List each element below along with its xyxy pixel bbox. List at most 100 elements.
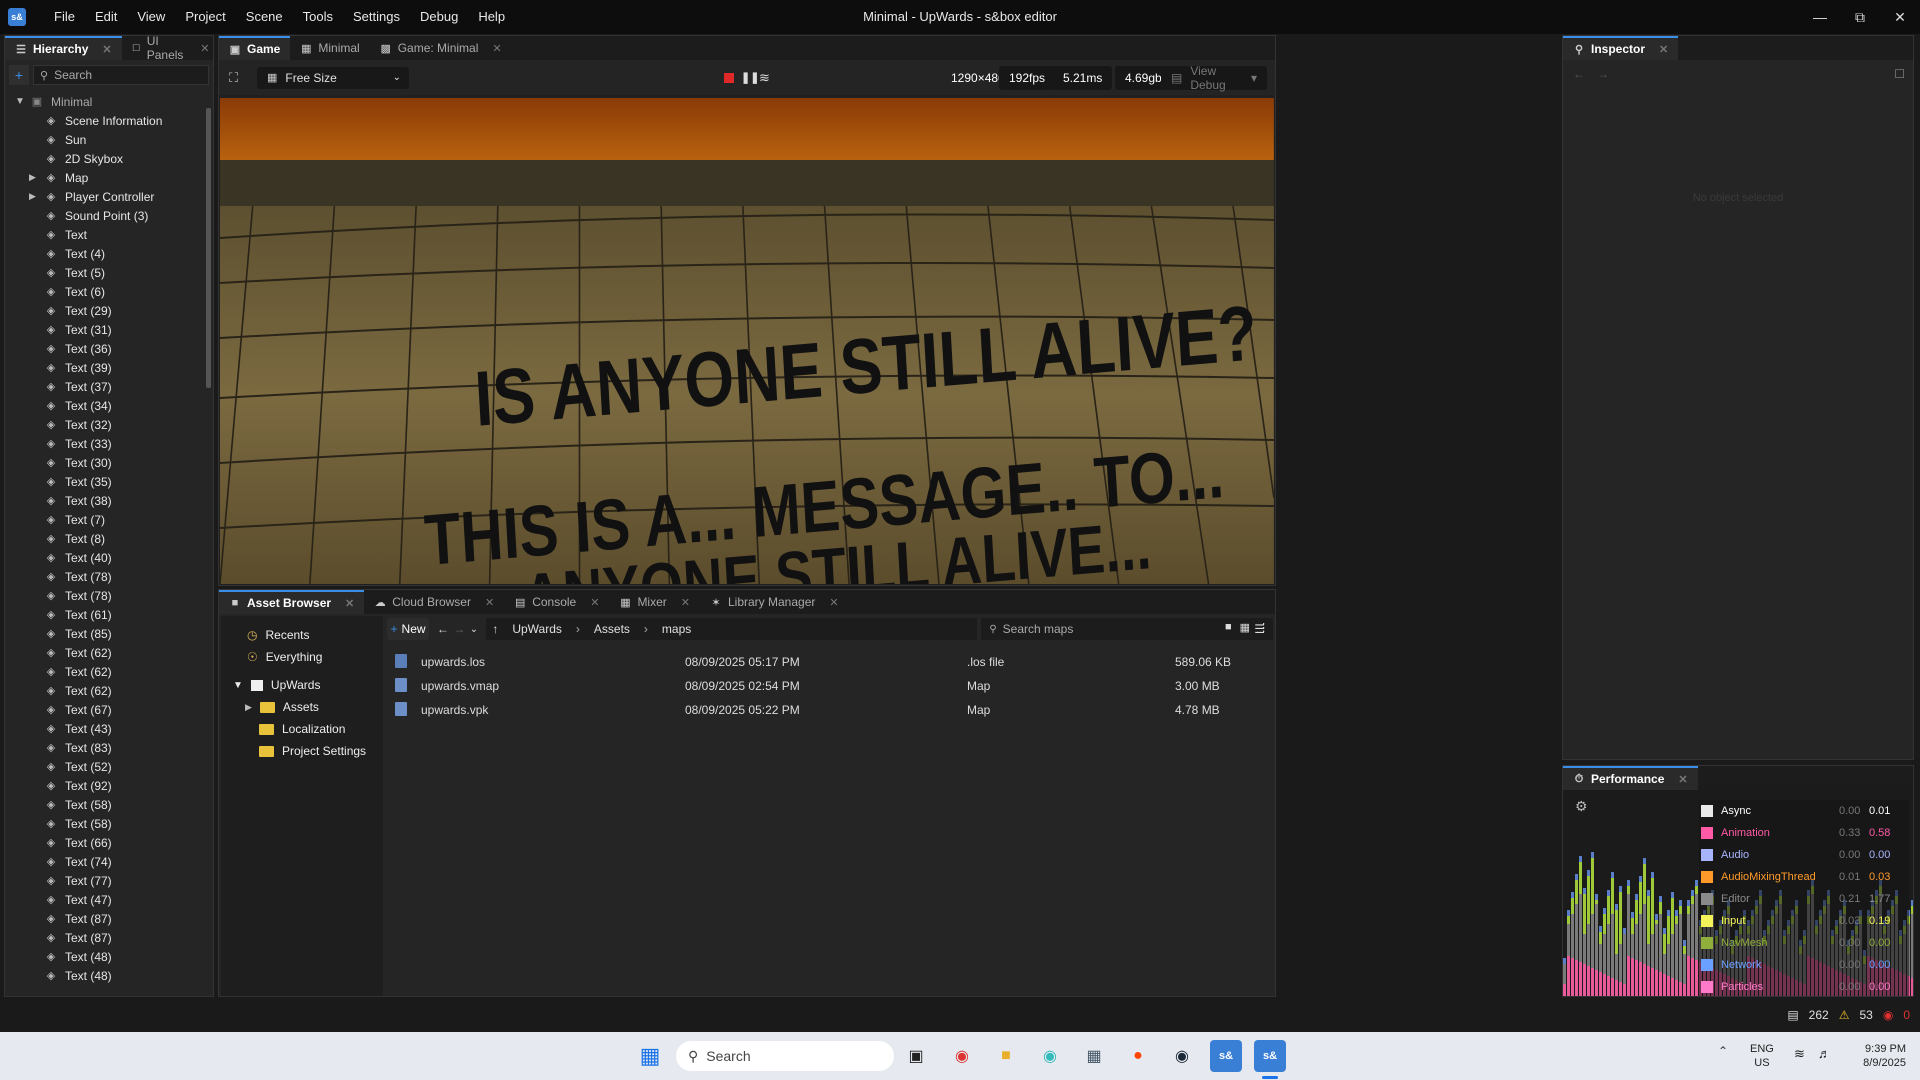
tree-item[interactable]: ◈ Text (62) [15, 643, 213, 662]
tab-library-manager[interactable]: ✶ Library Manager ✕ [700, 590, 849, 614]
scrollbar[interactable] [206, 108, 211, 388]
tab-performance[interactable]: ⏱ Performance ✕ [1563, 766, 1698, 790]
expand-arrow-icon[interactable]: ▶ [29, 172, 39, 183]
tree-item[interactable]: ◈ Text (7) [15, 510, 213, 529]
file-row[interactable]: upwards.vpk 08/09/2025 05:22 PM Map 4.78 MB [387, 698, 1273, 722]
tree-item[interactable]: ◈ Sound Point (3) [15, 206, 213, 225]
taskbar-search[interactable]: ⚲ Search [676, 1041, 894, 1071]
gear-icon[interactable]: ⚙ [1575, 798, 1588, 815]
tree-item[interactable]: ◈ Text (87) [15, 909, 213, 928]
tree-item[interactable]: ◈ Text (4) [15, 244, 213, 263]
task-view-icon[interactable]: ▣ [900, 1040, 932, 1072]
tree-item[interactable]: ◈ Text (58) [15, 814, 213, 833]
tree-item[interactable]: ◈ Text (43) [15, 719, 213, 738]
tree-item[interactable]: ◈ Sun [15, 130, 213, 149]
tab-hierarchy[interactable]: ☰ Hierarchy ✕ [5, 36, 122, 60]
sidebar-item-everything[interactable]: ☉ Everything [221, 646, 383, 668]
tree-item[interactable]: ◈ Text (39) [15, 358, 213, 377]
wifi-icon[interactable]: ≋ [759, 70, 770, 86]
add-object-button[interactable]: + [9, 65, 29, 85]
reddit-icon[interactable]: ● [1122, 1040, 1154, 1072]
close-tab-icon[interactable]: ✕ [485, 596, 494, 609]
back-arrow-icon[interactable]: ← [1573, 67, 1585, 81]
steam-icon[interactable]: ◉ [1166, 1040, 1198, 1072]
tree-item[interactable]: ▶ ◈ Map [15, 168, 213, 187]
sidebar-item-recents[interactable]: ◷ Recents [221, 624, 383, 646]
view-debug-dropdown[interactable]: ▤ View Debug ▾ [1161, 64, 1267, 92]
tree-item[interactable]: ◈ Text (83) [15, 738, 213, 757]
tree-item[interactable]: ◈ Text (85) [15, 624, 213, 643]
maximize-button[interactable]: ⧉ [1840, 0, 1880, 34]
message-icon[interactable]: ▤ [1787, 1008, 1798, 1022]
tree-item[interactable]: ◈ Text (58) [15, 795, 213, 814]
perf-row[interactable]: Async 0.00 0.01 [1699, 800, 1909, 822]
tree-item[interactable]: ◈ Scene Information [15, 111, 213, 130]
tree-item[interactable]: ◈ Text (35) [15, 472, 213, 491]
file-row[interactable]: upwards.los 08/09/2025 05:17 PM .los file 5… [387, 650, 1273, 674]
tree-item[interactable]: ◈ Text (66) [15, 833, 213, 852]
tab-mixer[interactable]: ▦ Mixer ✕ [609, 590, 700, 614]
tree-item[interactable]: ◈ Text (30) [15, 453, 213, 472]
perf-row[interactable]: NavMesh 0.00 0.00 [1699, 932, 1909, 954]
close-tab-icon[interactable]: ✕ [200, 42, 209, 55]
tree-item[interactable]: ◈ Text (67) [15, 700, 213, 719]
tab-inspector[interactable]: ⚲ Inspector ✕ [1563, 36, 1679, 60]
sbox-editor-icon[interactable]: s& [1254, 1040, 1286, 1072]
close-tab-icon[interactable]: ✕ [1678, 773, 1687, 786]
tree-item[interactable]: ◈ Text (5) [15, 263, 213, 282]
perf-row[interactable]: AudioMixingThread 0.01 0.03 [1699, 866, 1909, 888]
close-tab-icon[interactable]: ✕ [681, 596, 690, 609]
close-tab-icon[interactable]: ✕ [492, 42, 501, 55]
menu-settings[interactable]: Settings [343, 0, 410, 34]
sidebar-item-project-settings[interactable]: Project Settings [221, 740, 383, 762]
tree-item[interactable]: ◈ Text (36) [15, 339, 213, 358]
forward-arrow-icon[interactable]: → [1597, 67, 1609, 81]
calculator-icon[interactable]: ▦ [1078, 1040, 1110, 1072]
history-dropdown-icon[interactable]: ⌄ [468, 624, 481, 635]
stop-button[interactable] [724, 72, 734, 83]
menu-debug[interactable]: Debug [410, 0, 468, 34]
size-mode-dropdown[interactable]: ▦ Free Size ⌄ [257, 66, 409, 89]
back-arrow-icon[interactable]: ← [435, 622, 451, 636]
more-options-icon[interactable]: ⋮ [1258, 621, 1269, 634]
new-asset-button[interactable]: + New [387, 618, 430, 640]
minimize-button[interactable]: — [1800, 0, 1840, 34]
tree-root[interactable]: ▼ ▣ Minimal [15, 92, 213, 111]
menu-tools[interactable]: Tools [293, 0, 343, 34]
folder-view-icon[interactable]: ■ [1225, 621, 1232, 634]
tree-item[interactable]: ◈ Text (77) [15, 871, 213, 890]
up-arrow-icon[interactable]: ↑ [492, 622, 498, 636]
close-tab-icon[interactable]: ✕ [345, 597, 354, 610]
breadcrumb-item[interactable]: maps [662, 622, 691, 636]
app-icon[interactable]: ◉ [1034, 1040, 1066, 1072]
clock[interactable]: 9:39 PM 8/9/2025 [1852, 1042, 1906, 1070]
tab-game-minimal[interactable]: ▩ Game: Minimal ✕ [370, 36, 512, 60]
tree-item[interactable]: ◈ Text (62) [15, 662, 213, 681]
tree-item[interactable]: ◈ 2D Skybox [15, 149, 213, 168]
tree-item[interactable]: ◈ Text (47) [15, 890, 213, 909]
tree-item[interactable]: ◈ Text (33) [15, 434, 213, 453]
pause-button[interactable]: ❚❚ [741, 71, 759, 84]
game-view[interactable]: IS ANYONE STILL ALIVE? THIS IS A... MESS… [220, 98, 1274, 584]
tree-item[interactable]: ◈ Text (78) [15, 567, 213, 586]
menu-view[interactable]: View [127, 0, 175, 34]
perf-row[interactable]: Editor 0.21 1.77 [1699, 888, 1909, 910]
tree-item[interactable]: ◈ Text (6) [15, 282, 213, 301]
close-button[interactable]: ✕ [1880, 0, 1920, 34]
hierarchy-search-input[interactable]: ⚲ Search [33, 65, 209, 85]
start-icon[interactable]: ▦ [634, 1040, 666, 1072]
perf-row[interactable]: Audio 0.00 0.00 [1699, 844, 1909, 866]
tree-item[interactable]: ◈ Text (29) [15, 301, 213, 320]
tab-ui-panels[interactable]: □ UI Panels ✕ [122, 34, 220, 62]
chrome-icon[interactable]: ◉ [946, 1040, 978, 1072]
tree-item[interactable]: ◈ Text (61) [15, 605, 213, 624]
perf-row[interactable]: Animation 0.33 0.58 [1699, 822, 1909, 844]
tree-item[interactable]: ◈ Text (40) [15, 548, 213, 567]
error-icon[interactable]: ◉ [1883, 1008, 1893, 1022]
file-row[interactable]: upwards.vmap 08/09/2025 02:54 PM Map 3.00 M… [387, 674, 1273, 698]
fullscreen-icon[interactable]: ⛶ [229, 70, 238, 86]
tree-item[interactable]: ▶ ◈ Player Controller [15, 187, 213, 206]
tree-item[interactable]: ◈ Text (87) [15, 928, 213, 947]
menu-help[interactable]: Help [468, 0, 515, 34]
sidebar-item-assets[interactable]: ▶ Assets [221, 696, 383, 718]
